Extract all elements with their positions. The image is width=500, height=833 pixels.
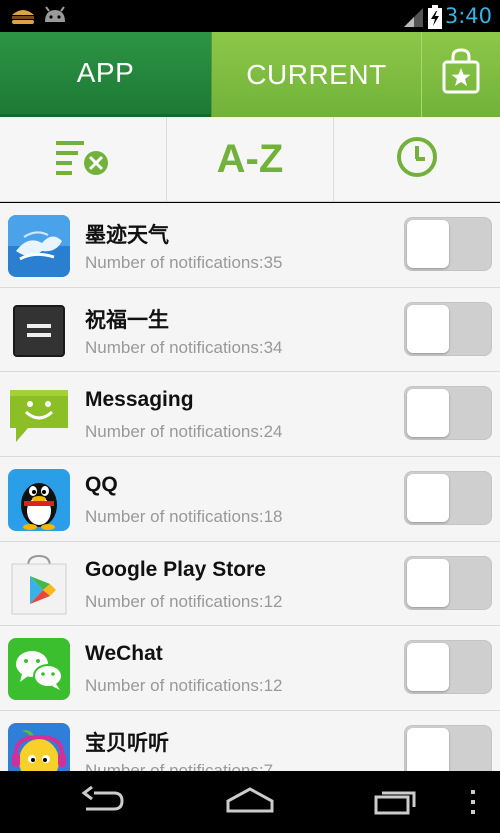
notification-toggle[interactable] [404, 471, 492, 526]
toggle-knob [407, 220, 449, 268]
list-item[interactable]: 宝贝听听 Number of notifications:7 [0, 711, 500, 771]
notification-count-value: 7 [263, 761, 274, 771]
app-list: 墨迹天气 Number of notifications:35 祝福一生 Num… [0, 203, 500, 771]
notification-count-text: Number of notifications:12 [85, 592, 283, 612]
wechat-app-icon [8, 638, 70, 701]
notification-count-label: Number of notifications: [85, 337, 264, 357]
app-name: QQ [85, 473, 118, 497]
list-clear-icon [54, 137, 112, 182]
notification-toggle[interactable] [404, 555, 492, 610]
app-name: 宝贝听听 [85, 732, 169, 756]
notification-count-label: Number of notifications: [85, 591, 264, 611]
app-name: Google Play Store [85, 557, 266, 581]
tab-current-label: CURRENT [246, 58, 387, 90]
weather-app-icon [8, 215, 70, 277]
app-name: WeChat [85, 642, 163, 666]
notification-toggle[interactable] [404, 217, 492, 271]
list-item[interactable]: 墨迹天气 Number of notifications:35 [0, 203, 500, 288]
tab-app[interactable]: APP [0, 32, 211, 117]
signal-icon [402, 6, 424, 33]
notification-toggle[interactable] [404, 640, 492, 695]
notification-count-value: 18 [263, 507, 283, 527]
notification-count-text: Number of notifications:12 [85, 676, 283, 696]
status-bar: 3:40 [0, 0, 500, 32]
sort-time-button[interactable] [334, 117, 500, 201]
home-icon[interactable] [224, 785, 276, 822]
clock-time: 3:40 [444, 4, 492, 28]
sort-az-label: A-Z [216, 136, 284, 181]
app-name: 墨迹天气 [85, 224, 169, 247]
shopping-bag-star-icon [441, 48, 481, 101]
list-item[interactable]: Google Play Store Number of notification… [0, 541, 500, 627]
back-icon[interactable] [80, 785, 128, 822]
sort-az-button[interactable]: A-Z [167, 117, 334, 201]
notification-count-value: 35 [263, 253, 283, 272]
sort-toolbar: A-Z [0, 117, 500, 202]
notification-toggle[interactable] [404, 386, 492, 441]
messaging-app-icon [8, 384, 70, 446]
recents-icon[interactable] [372, 785, 420, 822]
list-item[interactable]: WeChat Number of notifications:12 [0, 626, 500, 712]
notification-count-label: Number of notifications: [85, 422, 264, 442]
notification-count-label: Number of notifications: [85, 507, 264, 527]
play-store-app-icon [8, 554, 70, 616]
notification-count-value: 24 [263, 422, 283, 442]
burger-notification-icon [10, 6, 36, 31]
tab-app-label: APP [76, 57, 135, 88]
overflow-menu-icon[interactable] [468, 789, 478, 820]
notification-count-label: Number of notifications: [85, 253, 264, 272]
notification-count-text: Number of notifications:18 [85, 507, 283, 527]
app-name: Messaging [85, 388, 194, 412]
list-item[interactable]: 祝福一生 Number of notifications:34 [0, 287, 500, 373]
qq-penguin-app-icon [8, 469, 70, 532]
notification-count-value: 34 [263, 337, 283, 357]
tab-current[interactable]: CURRENT [211, 32, 421, 117]
clock-icon [395, 135, 439, 184]
notification-count-label: Number of notifications: [85, 761, 264, 771]
app-name: 祝福一生 [85, 308, 169, 332]
toggle-knob [407, 474, 449, 523]
notification-count-value: 12 [263, 676, 283, 696]
top-tabs: APP CURRENT [0, 32, 500, 117]
store-button[interactable] [421, 32, 500, 117]
toggle-knob [407, 643, 449, 692]
toggle-knob [407, 728, 449, 771]
baby-listen-app-icon [8, 723, 70, 771]
toggle-knob [407, 558, 449, 607]
notification-count-value: 12 [263, 591, 283, 611]
notification-count-text: Number of notifications:34 [85, 338, 283, 358]
notification-count-label: Number of notifications: [85, 676, 264, 696]
toggle-knob [407, 389, 449, 438]
equals-app-icon [8, 300, 70, 362]
android-notification-icon [42, 6, 68, 31]
navigation-bar [0, 771, 500, 833]
notification-count-text: Number of notifications:24 [85, 422, 283, 442]
clear-list-button[interactable] [0, 117, 167, 201]
notification-toggle[interactable] [404, 301, 492, 356]
battery-charging-icon [428, 5, 442, 34]
notification-count-text: Number of notifications:7 [85, 761, 273, 771]
notification-count-text: Number of notifications:35 [85, 253, 283, 273]
toggle-knob [407, 304, 449, 353]
list-item[interactable]: Messaging Number of notifications:24 [0, 372, 500, 458]
list-item[interactable]: QQ Number of notifications:18 [0, 457, 500, 542]
notification-toggle[interactable] [404, 725, 492, 771]
